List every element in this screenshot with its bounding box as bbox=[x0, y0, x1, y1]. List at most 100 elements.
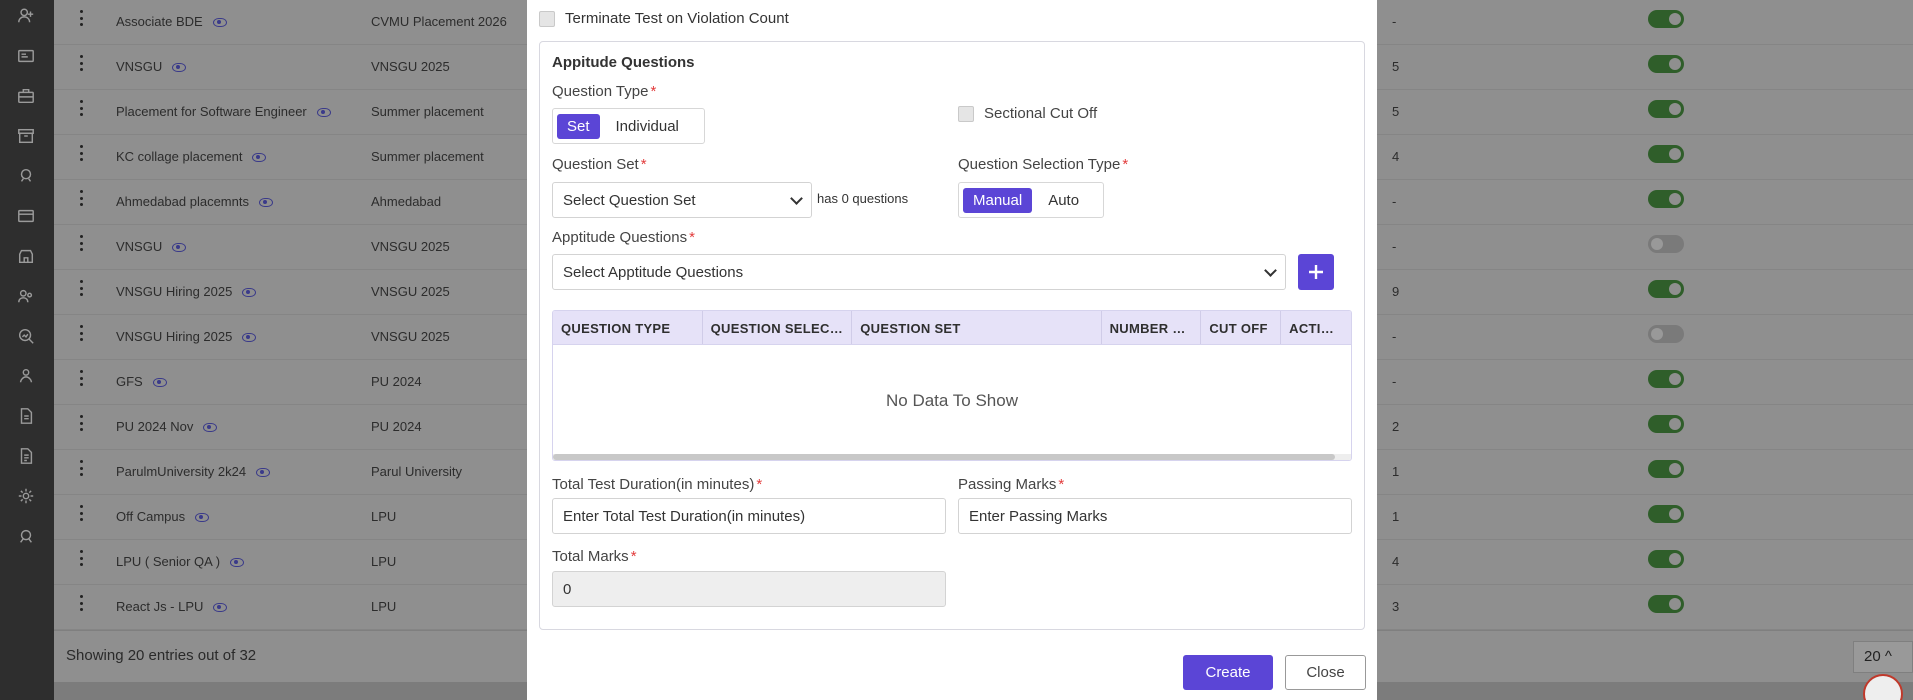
eye-icon[interactable] bbox=[203, 423, 218, 433]
test-name[interactable]: VNSGU bbox=[116, 239, 187, 254]
eye-icon[interactable] bbox=[242, 288, 257, 298]
status-toggle[interactable] bbox=[1648, 280, 1684, 298]
test-name[interactable]: GFS bbox=[116, 374, 167, 389]
report-icon[interactable] bbox=[16, 446, 36, 466]
kebab-menu-icon[interactable] bbox=[80, 325, 84, 341]
eye-icon[interactable] bbox=[316, 108, 331, 118]
kebab-menu-icon[interactable] bbox=[80, 595, 84, 611]
placement-drive: PU 2024 bbox=[371, 374, 422, 389]
status-toggle[interactable] bbox=[1648, 55, 1684, 73]
test-name[interactable]: PU 2024 Nov bbox=[116, 419, 218, 434]
test-name[interactable]: React Js - LPU bbox=[116, 599, 228, 614]
kebab-menu-icon[interactable] bbox=[80, 460, 84, 476]
eye-icon[interactable] bbox=[213, 603, 228, 613]
status-toggle[interactable] bbox=[1648, 190, 1684, 208]
user-add-icon[interactable] bbox=[16, 6, 36, 26]
test-name[interactable]: KC collage placement bbox=[116, 149, 267, 164]
eye-icon[interactable] bbox=[212, 18, 227, 28]
selection-type-auto[interactable]: Auto bbox=[1038, 188, 1089, 213]
kebab-menu-icon[interactable] bbox=[80, 505, 84, 521]
eye-icon[interactable] bbox=[152, 378, 167, 388]
eye-icon[interactable] bbox=[172, 63, 187, 73]
test-name[interactable]: ParulmUniversity 2k24 bbox=[116, 464, 271, 479]
horizontal-scrollbar[interactable] bbox=[553, 454, 1351, 460]
test-name[interactable]: VNSGU bbox=[116, 59, 187, 74]
kebab-menu-icon[interactable] bbox=[80, 190, 84, 206]
total-marks-input[interactable]: 0 bbox=[552, 571, 946, 607]
kebab-menu-icon[interactable] bbox=[80, 235, 84, 251]
archive-icon[interactable] bbox=[16, 126, 36, 146]
passing-marks-input[interactable]: Enter Passing Marks bbox=[958, 498, 1352, 534]
add-question-button[interactable] bbox=[1298, 254, 1334, 290]
aptitude-questions-value: Select Apptitude Questions bbox=[563, 263, 744, 281]
question-type-set[interactable]: Set bbox=[557, 113, 600, 139]
question-type-individual[interactable]: Individual bbox=[606, 114, 689, 139]
status-toggle[interactable] bbox=[1648, 415, 1684, 433]
eye-icon[interactable] bbox=[256, 468, 271, 478]
col-question-set[interactable]: QUESTION SET bbox=[852, 311, 1102, 344]
chat-group-icon[interactable] bbox=[16, 166, 36, 186]
status-toggle[interactable] bbox=[1648, 100, 1684, 118]
col-number-of-questions[interactable]: NUMBER OF QUESTIONS bbox=[1102, 311, 1202, 344]
aptitude-questions-select[interactable]: Select Apptitude Questions bbox=[552, 254, 1286, 290]
duration-input[interactable]: Enter Total Test Duration(in minutes) bbox=[552, 498, 946, 534]
search-chart-icon[interactable] bbox=[16, 326, 36, 346]
kebab-menu-icon[interactable] bbox=[80, 280, 84, 296]
kebab-menu-icon[interactable] bbox=[80, 550, 84, 566]
status-toggle[interactable] bbox=[1648, 595, 1684, 613]
kebab-menu-icon[interactable] bbox=[80, 55, 84, 71]
question-set-select[interactable]: Select Question Set bbox=[552, 182, 812, 218]
test-name[interactable]: LPU ( Senior QA ) bbox=[116, 554, 245, 569]
terminate-on-violation-option[interactable]: Terminate Test on Violation Count bbox=[539, 10, 789, 27]
test-name[interactable]: Associate BDE bbox=[116, 14, 227, 29]
status-toggle[interactable] bbox=[1648, 145, 1684, 163]
col-question-type[interactable]: QUESTION TYPE bbox=[553, 311, 703, 344]
selection-type-toggle[interactable]: Manual Auto bbox=[958, 182, 1104, 218]
shop-icon[interactable] bbox=[16, 246, 36, 266]
users-icon[interactable] bbox=[16, 286, 36, 306]
status-toggle[interactable] bbox=[1648, 325, 1684, 343]
kebab-menu-icon[interactable] bbox=[80, 100, 84, 116]
status-toggle[interactable] bbox=[1648, 10, 1684, 28]
eye-icon[interactable] bbox=[172, 243, 187, 253]
test-name[interactable]: Off Campus bbox=[116, 509, 210, 524]
sectional-cutoff-option[interactable]: Sectional Cut Off bbox=[958, 105, 1097, 122]
col-actions[interactable]: ACTIONS bbox=[1281, 311, 1351, 344]
status-toggle[interactable] bbox=[1648, 505, 1684, 523]
status-toggle[interactable] bbox=[1648, 550, 1684, 568]
sidebar-rail bbox=[0, 0, 54, 700]
status-toggle[interactable] bbox=[1648, 235, 1684, 253]
team-icon[interactable] bbox=[16, 366, 36, 386]
card-icon[interactable] bbox=[16, 206, 36, 226]
kebab-menu-icon[interactable] bbox=[80, 415, 84, 431]
eye-icon[interactable] bbox=[230, 558, 245, 568]
test-name[interactable]: VNSGU Hiring 2025 bbox=[116, 284, 257, 299]
selection-type-manual[interactable]: Manual bbox=[963, 187, 1033, 213]
id-card-icon[interactable] bbox=[16, 46, 36, 66]
sectional-cutoff-checkbox[interactable] bbox=[958, 105, 974, 122]
test-name[interactable]: VNSGU Hiring 2025 bbox=[116, 329, 257, 344]
terminate-checkbox[interactable] bbox=[539, 10, 555, 27]
plus-icon bbox=[1309, 265, 1323, 279]
support-icon[interactable] bbox=[16, 526, 36, 546]
col-question-selection-type[interactable]: QUESTION SELECTION TYPE bbox=[703, 311, 853, 344]
kebab-menu-icon[interactable] bbox=[80, 370, 84, 386]
col-cut-off[interactable]: CUT OFF bbox=[1201, 311, 1282, 344]
eye-icon[interactable] bbox=[242, 333, 257, 343]
settings-icon[interactable] bbox=[16, 486, 36, 506]
eye-icon[interactable] bbox=[195, 513, 210, 523]
document-icon[interactable] bbox=[16, 406, 36, 426]
create-button[interactable]: Create bbox=[1183, 655, 1273, 690]
test-name[interactable]: Ahmedabad placemnts bbox=[116, 194, 273, 209]
eye-icon[interactable] bbox=[252, 153, 267, 163]
status-toggle[interactable] bbox=[1648, 460, 1684, 478]
test-name[interactable]: Placement for Software Engineer bbox=[116, 104, 331, 119]
eye-icon[interactable] bbox=[258, 198, 273, 208]
kebab-menu-icon[interactable] bbox=[80, 10, 84, 26]
page-size-select[interactable]: 20 ^ bbox=[1853, 641, 1913, 673]
kebab-menu-icon[interactable] bbox=[80, 145, 84, 161]
question-type-toggle[interactable]: Set Individual bbox=[552, 108, 705, 144]
status-toggle[interactable] bbox=[1648, 370, 1684, 388]
briefcase-icon[interactable] bbox=[16, 86, 36, 106]
close-button[interactable]: Close bbox=[1285, 655, 1366, 690]
